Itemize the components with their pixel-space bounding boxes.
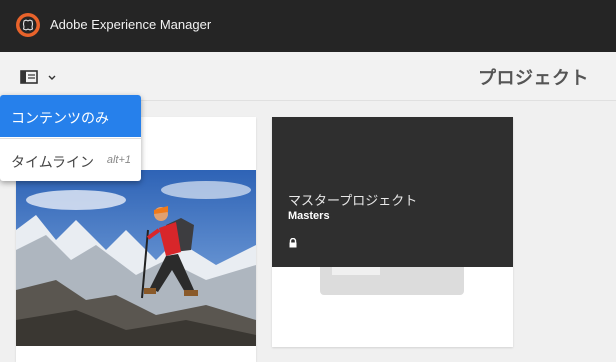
chevron-down-icon (48, 75, 56, 80)
masters-project-card[interactable]: マスタープロジェクト Masters (272, 117, 513, 347)
top-navigation-bar: Adobe Experience Manager (0, 0, 616, 52)
aem-logo-icon[interactable] (15, 12, 41, 38)
rail-toggle-button[interactable] (20, 68, 60, 86)
keyboard-shortcut: alt+1 (106, 154, 131, 166)
lock-icon (289, 238, 297, 248)
action-bar: プロジェクト (0, 52, 616, 101)
menu-item-timeline[interactable]: タイムライン alt+1 (0, 138, 141, 181)
card-subtitle: Masters (288, 210, 330, 222)
menu-item-label: コンテンツのみ (11, 110, 109, 126)
card-title: マスタープロジェクト (288, 193, 418, 208)
page-title: プロジェクト (478, 68, 589, 88)
rail-icon (20, 70, 38, 84)
menu-item-label: タイムライン (11, 154, 95, 170)
view-mode-menu: コンテンツのみ タイムライン alt+1 (0, 95, 141, 181)
app-title[interactable]: Adobe Experience Manager (50, 17, 211, 32)
project-thumbnail (16, 170, 256, 346)
menu-item-content-only[interactable]: コンテンツのみ (0, 95, 141, 137)
